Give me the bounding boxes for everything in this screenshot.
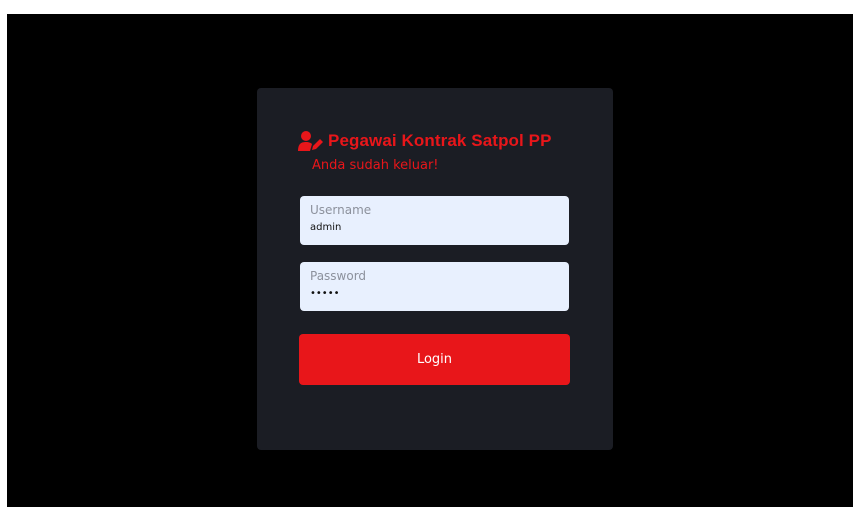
page-background: Pegawai Kontrak Satpol PP Anda sudah kel… — [7, 14, 853, 507]
username-field[interactable]: Username — [300, 196, 569, 245]
login-card: Pegawai Kontrak Satpol PP Anda sudah kel… — [257, 88, 613, 450]
password-input[interactable] — [310, 288, 550, 299]
login-header: Pegawai Kontrak Satpol PP — [298, 129, 552, 153]
username-label: Username — [310, 203, 372, 217]
password-field[interactable]: Password — [300, 262, 569, 311]
login-button[interactable]: Login — [299, 334, 570, 385]
login-title: Pegawai Kontrak Satpol PP — [328, 131, 552, 150]
password-label: Password — [310, 269, 367, 283]
logout-message: Anda sudah keluar! — [312, 158, 439, 173]
username-input[interactable] — [310, 222, 550, 233]
user-edit-icon — [298, 131, 323, 151]
